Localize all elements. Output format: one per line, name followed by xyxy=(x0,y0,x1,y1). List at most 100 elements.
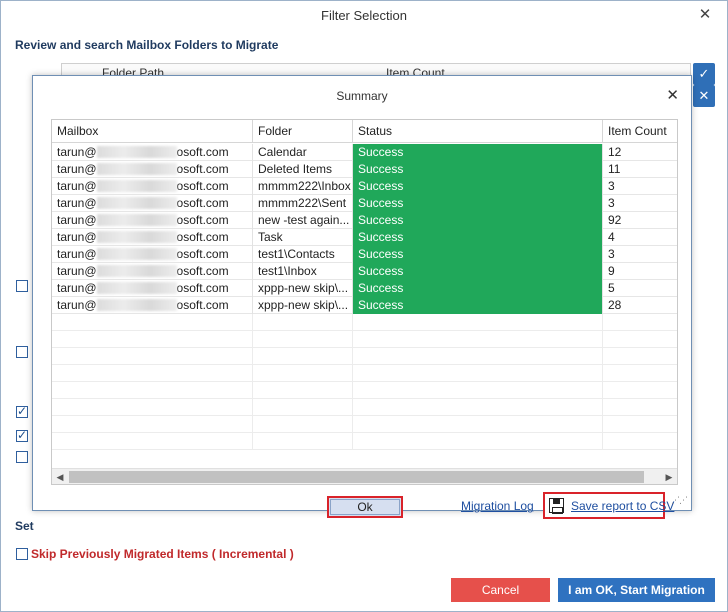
empty-cell xyxy=(353,365,603,382)
mailbox-suffix: osoft.com xyxy=(176,281,229,295)
mailbox-column-header[interactable]: Mailbox xyxy=(52,120,253,143)
empty-table-row xyxy=(52,365,677,382)
table-row[interactable]: tarun@ osoft.com Calendar Success 12 xyxy=(52,144,677,161)
summary-table: Mailbox Folder Status Item Count tarun@ o… xyxy=(51,119,678,485)
mailbox-prefix: tarun@ xyxy=(57,247,97,261)
option-checkbox[interactable] xyxy=(16,451,28,463)
table-row[interactable]: tarun@ osoft.com Deleted Items Success 11 xyxy=(52,161,677,178)
item-count-cell: 5 xyxy=(608,281,615,295)
skip-incremental-checkbox[interactable] xyxy=(16,548,28,560)
table-body: tarun@ osoft.com Calendar Success 12 tarun@ os… xyxy=(52,144,677,450)
table-header: Mailbox Folder Status Item Count xyxy=(52,120,677,143)
empty-cell xyxy=(353,314,603,331)
mailbox-prefix: tarun@ xyxy=(57,264,97,278)
table-row[interactable]: tarun@ osoft.com Task Success 4 xyxy=(52,229,677,246)
start-migration-button[interactable]: I am OK, Start Migration xyxy=(558,578,715,602)
empty-cell xyxy=(52,314,253,331)
clear-selection-close-icon[interactable]: ✕ xyxy=(693,85,715,107)
redacted-text xyxy=(96,146,177,158)
empty-cell xyxy=(353,348,603,365)
ok-button[interactable]: Ok xyxy=(327,496,403,518)
option-checkbox[interactable] xyxy=(16,346,28,358)
empty-cell xyxy=(253,399,353,416)
mailbox-suffix: osoft.com xyxy=(176,264,229,278)
table-row[interactable]: tarun@ osoft.com new -test again... Success… xyxy=(52,212,677,229)
status-cell: Success xyxy=(353,246,603,263)
scroll-left-icon[interactable]: ◀ xyxy=(53,470,67,484)
folder-cell: test1\Contacts xyxy=(253,246,353,263)
empty-cell xyxy=(52,365,253,382)
scroll-right-icon[interactable]: ▶ xyxy=(662,470,676,484)
floppy-disk-icon[interactable] xyxy=(549,498,564,514)
mailbox-suffix: osoft.com xyxy=(176,230,229,244)
empty-cell xyxy=(253,314,353,331)
status-cell: Success xyxy=(353,178,603,195)
skip-incremental-label[interactable]: Skip Previously Migrated Items ( Increme… xyxy=(31,547,294,561)
table-row[interactable]: tarun@ osoft.com mmmm222\Sent Success 3 xyxy=(52,195,677,212)
window-titlebar: Filter Selection ✕ xyxy=(1,1,727,31)
select-all-check-icon[interactable]: ✓ xyxy=(693,63,715,85)
settings-label: Set xyxy=(15,519,34,533)
cancel-button[interactable]: Cancel xyxy=(451,578,550,602)
folder-cell: Deleted Items xyxy=(253,161,353,178)
status-cell: Success xyxy=(353,229,603,246)
mailbox-suffix: osoft.com xyxy=(176,247,229,261)
table-row[interactable]: tarun@ osoft.com xppp-new skip\... Success 2… xyxy=(52,297,677,314)
mailbox-suffix: osoft.com xyxy=(176,162,229,176)
mailbox-prefix: tarun@ xyxy=(57,230,97,244)
option-checkbox-checked[interactable] xyxy=(16,428,28,442)
mailbox-cell: tarun@ osoft.com xyxy=(52,297,253,314)
empty-cell xyxy=(52,399,253,416)
mailbox-cell: tarun@ osoft.com xyxy=(52,178,253,195)
item-count-column-header[interactable]: Item Count xyxy=(603,120,677,143)
mailbox-cell: tarun@ osoft.com xyxy=(52,161,253,178)
table-row[interactable]: tarun@ osoft.com test1\Inbox Success 9 xyxy=(52,263,677,280)
mailbox-suffix: osoft.com xyxy=(176,196,229,210)
folder-cell: test1\Inbox xyxy=(253,263,353,280)
save-report-csv-link[interactable]: Save report to CSV xyxy=(571,499,674,513)
empty-cell xyxy=(52,382,253,399)
mailbox-suffix: osoft.com xyxy=(176,298,229,312)
redacted-text xyxy=(96,197,177,209)
mailbox-cell: tarun@ osoft.com xyxy=(52,144,253,161)
mailbox-prefix: tarun@ xyxy=(57,281,97,295)
item-count-cell: 28 xyxy=(608,298,622,312)
window-title: Filter Selection xyxy=(321,8,407,23)
mailbox-prefix: tarun@ xyxy=(57,298,97,312)
mailbox-prefix: tarun@ xyxy=(57,162,97,176)
folder-cell: xppp-new skip\... xyxy=(253,297,353,314)
mailbox-cell: tarun@ osoft.com xyxy=(52,246,253,263)
status-cell: Success xyxy=(353,212,603,229)
redacted-text xyxy=(96,163,177,175)
summary-dialog: Summary ✕ Mailbox Folder Status Item Cou… xyxy=(32,75,692,519)
scrollbar-thumb[interactable] xyxy=(69,471,644,483)
save-report-csv-control[interactable]: Save report to CSV xyxy=(543,492,674,519)
item-count-cell: 3 xyxy=(608,247,615,261)
empty-table-row xyxy=(52,314,677,331)
empty-table-row xyxy=(52,433,677,450)
folder-column-header[interactable]: Folder xyxy=(253,120,353,143)
empty-cell xyxy=(52,433,253,450)
table-row[interactable]: tarun@ osoft.com mmmm222\Inbox Success 3 xyxy=(52,178,677,195)
empty-cell xyxy=(52,416,253,433)
mailbox-cell: tarun@ osoft.com xyxy=(52,263,253,280)
migration-log-link[interactable]: Migration Log xyxy=(461,499,534,513)
mailbox-suffix: osoft.com xyxy=(176,179,229,193)
option-checkbox-checked[interactable] xyxy=(16,404,28,418)
folder-cell: mmmm222\Inbox xyxy=(253,178,353,195)
item-count-cell: 12 xyxy=(608,145,622,159)
window-close-icon[interactable]: ✕ xyxy=(697,7,713,23)
empty-cell xyxy=(253,365,353,382)
resize-grip-icon[interactable]: ⋰⋰ xyxy=(671,495,688,506)
option-checkbox[interactable] xyxy=(16,280,28,292)
redacted-text xyxy=(96,231,177,243)
empty-cell xyxy=(253,348,353,365)
empty-table-row xyxy=(52,416,677,433)
horizontal-scrollbar[interactable]: ◀ ▶ xyxy=(52,468,677,484)
folder-cell: mmmm222\Sent xyxy=(253,195,353,212)
status-column-header[interactable]: Status xyxy=(353,120,603,143)
status-cell: Success xyxy=(353,263,603,280)
table-row[interactable]: tarun@ osoft.com xppp-new skip\... Success 5 xyxy=(52,280,677,297)
dialog-close-icon[interactable]: ✕ xyxy=(666,86,679,104)
table-row[interactable]: tarun@ osoft.com test1\Contacts Success 3 xyxy=(52,246,677,263)
